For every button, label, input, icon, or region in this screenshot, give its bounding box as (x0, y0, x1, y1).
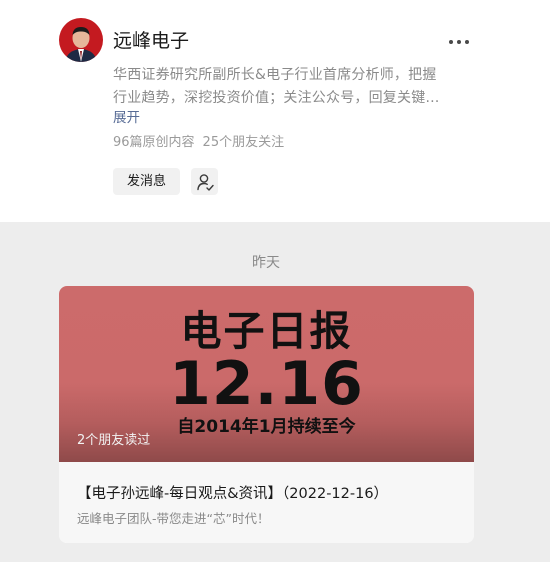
description-line: 行业趋势，深挖投资价值；关注公众号，回复关键… (113, 90, 440, 106)
article-digest: 远峰电子团队-带您走进“芯”时代！ (77, 511, 270, 526)
account-name: 远峰电子 (113, 30, 190, 52)
friends-following-count: 25个朋友关注 (202, 135, 285, 150)
account-profile: 远峰电子 华西证券研究所副所长&电子行业首席分析师，把握 行业趋势，深挖投资价值… (0, 0, 550, 222)
original-articles-count: 96篇原创内容 (113, 135, 195, 150)
cover-title: 电子日报 (180, 307, 353, 355)
article-info: 【电子孙远峰-每日观点&资讯】（2022-12-16） 远峰电子团队-带您走进“… (59, 462, 474, 543)
follow-button[interactable] (191, 168, 218, 195)
person-follow-icon (196, 173, 214, 191)
send-message-button[interactable]: 发消息 (113, 168, 180, 195)
article-cover-image: 电子日报 12.16 自2014年1月持续至今 2个朋友读过 (59, 286, 474, 462)
account-stats: 96篇原创内容 25个朋友关注 (113, 133, 284, 153)
feed-date-label: 昨天 (252, 255, 280, 271)
ellipsis-icon (457, 40, 461, 44)
avatar[interactable] (59, 18, 103, 62)
cover-date: 12.16 (169, 349, 364, 419)
friends-read-count: 2个朋友读过 (77, 433, 151, 448)
ellipsis-icon (465, 40, 469, 44)
article-card[interactable]: 电子日报 12.16 自2014年1月持续至今 2个朋友读过 【电子孙远峰-每日… (59, 286, 474, 543)
expand-link[interactable]: 展开 (113, 108, 140, 128)
more-menu-button[interactable] (449, 38, 473, 46)
account-description: 华西证券研究所副所长&电子行业首席分析师，把握 行业趋势，深挖投资价值；关注公众… (113, 64, 478, 110)
ellipsis-icon (449, 40, 453, 44)
description-line: 华西证券研究所副所长&电子行业首席分析师，把握 (113, 67, 437, 83)
article-title[interactable]: 【电子孙远峰-每日观点&资讯】（2022-12-16） (77, 484, 457, 504)
